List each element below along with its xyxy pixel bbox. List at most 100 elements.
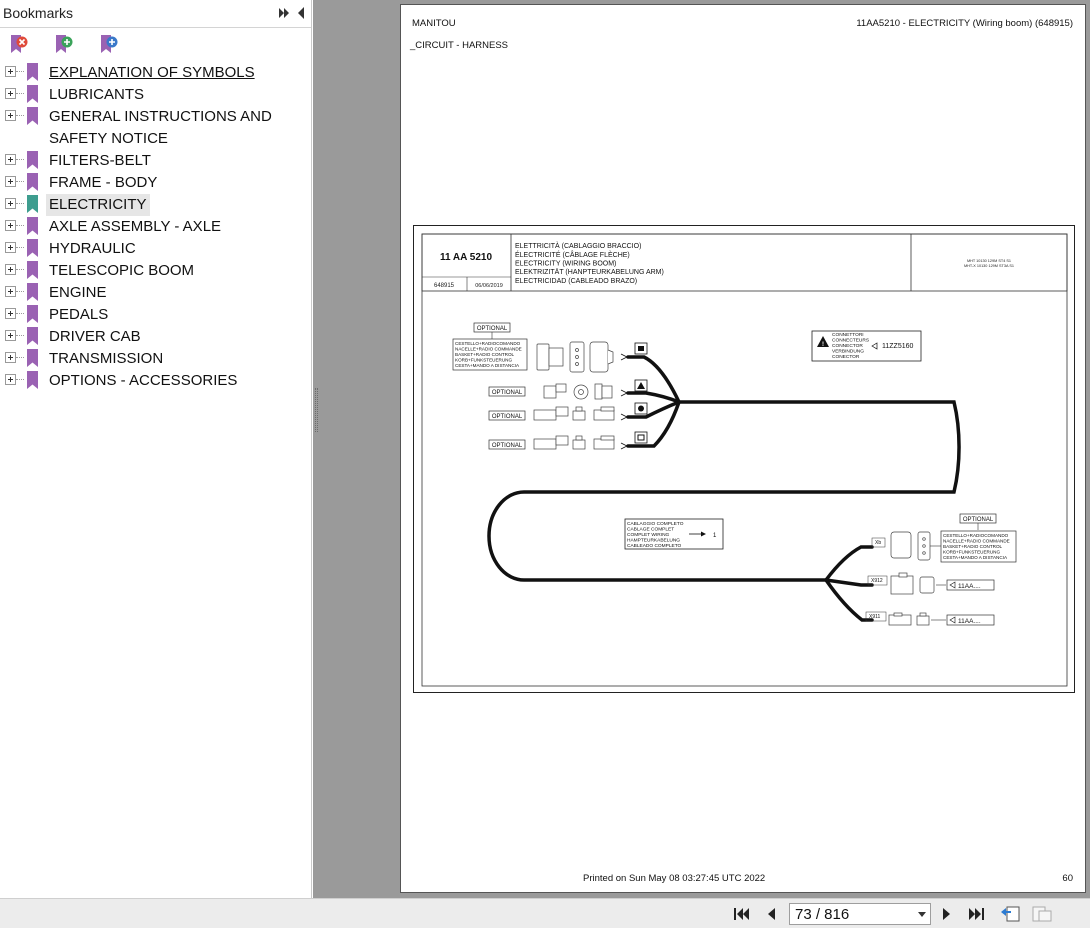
bookmark-item[interactable]: AXLE ASSEMBLY - AXLE: [0, 215, 310, 237]
expand-icon[interactable]: [5, 242, 16, 253]
bookmark-item[interactable]: TRANSMISSION: [0, 347, 310, 369]
add-bookmark-icon[interactable]: [53, 33, 75, 55]
svg-text:NACELLE+RADIO COMMANDE: NACELLE+RADIO COMMANDE: [455, 347, 522, 352]
bookmark-icon: [27, 63, 38, 81]
bookmark-label[interactable]: FILTERS-BELT: [46, 150, 154, 172]
expand-icon[interactable]: [5, 176, 16, 187]
expand-icon[interactable]: [5, 308, 16, 319]
tree-connector: [16, 357, 24, 358]
svg-text:CONNECTEURS: CONNECTEURS: [832, 338, 869, 344]
document-view[interactable]: MANITOU 11AA5210 - ELECTRICITY (Wiring b…: [320, 0, 1090, 898]
bookmark-icon: [27, 85, 38, 103]
bookmark-label[interactable]: HYDRAULIC: [46, 238, 139, 260]
svg-text:X911: X911: [869, 614, 881, 620]
tree-connector: [16, 269, 24, 270]
header-brand: MANITOU: [412, 18, 456, 29]
bookmark-item[interactable]: HYDRAULIC: [0, 237, 310, 259]
expand-icon[interactable]: [5, 374, 16, 385]
svg-text:CESTELLO+RADIOCOMANDO: CESTELLO+RADIOCOMANDO: [455, 341, 521, 346]
bookmark-label[interactable]: EXPLANATION OF SYMBOLS: [46, 62, 258, 84]
bookmark-item[interactable]: FRAME - BODY: [0, 171, 310, 193]
tree-connector: [16, 247, 24, 248]
tree-connector: [16, 291, 24, 292]
bookmark-item[interactable]: PEDALS: [0, 303, 310, 325]
header-title: 11AA5210 - ELECTRICITY (Wiring boom) (64…: [856, 18, 1073, 29]
optional-label: OPTIONAL: [477, 326, 508, 332]
header-subtitle: _CIRCUIT - HARNESS: [410, 40, 509, 51]
bookmark-item[interactable]: GENERAL INSTRUCTIONS AND SAFETY NOTICE: [0, 105, 310, 149]
expand-icon[interactable]: [5, 110, 16, 121]
bookmark-label[interactable]: TELESCOPIC BOOM: [46, 260, 197, 282]
collapse-all-icon[interactable]: [278, 7, 290, 19]
optional-label: OPTIONAL: [963, 517, 994, 523]
bookmark-label[interactable]: TRANSMISSION: [46, 348, 166, 370]
add-child-bookmark-icon[interactable]: [98, 33, 120, 55]
go-forward-view-icon[interactable]: [1031, 905, 1053, 923]
last-page-icon[interactable]: [967, 905, 987, 923]
bookmark-label[interactable]: FRAME - BODY: [46, 172, 160, 194]
drawing-title-line: ELETTRICITÀ (CABLAGGIO BRACCIO): [515, 241, 641, 250]
tree-connector: [16, 313, 24, 314]
expand-icon[interactable]: [5, 66, 16, 77]
expand-icon[interactable]: [5, 220, 16, 231]
expand-icon[interactable]: [5, 352, 16, 363]
bookmark-item[interactable]: DRIVER CAB: [0, 325, 310, 347]
drawing-title-line: ÉLECTRICITÉ (CÂBLAGE FLÈCHE): [515, 250, 630, 259]
drawing-title-line: ELEKTRIZITÄT (HANPTEURKABELUNG ARM): [515, 268, 664, 276]
bookmark-label[interactable]: ELECTRICITY: [46, 194, 150, 216]
expand-icon[interactable]: [5, 198, 16, 209]
svg-text:11AA....: 11AA....: [958, 618, 981, 625]
bookmark-label[interactable]: GENERAL INSTRUCTIONS AND SAFETY NOTICE: [46, 105, 296, 151]
bookmark-label[interactable]: LUBRICANTS: [46, 84, 147, 106]
bookmark-label[interactable]: ENGINE: [46, 282, 110, 304]
bookmark-icon: [27, 151, 38, 169]
svg-text:HAMPTEURKABELUNG: HAMPTEURKABELUNG: [627, 538, 680, 544]
bookmark-label[interactable]: DRIVER CAB: [46, 326, 144, 348]
tree-connector: [16, 335, 24, 336]
svg-text:Xb: Xb: [875, 540, 881, 546]
expand-icon[interactable]: [5, 88, 16, 99]
bookmark-item[interactable]: TELESCOPIC BOOM: [0, 259, 310, 281]
svg-text:11AA....: 11AA....: [958, 583, 981, 590]
connector-group-remote: [536, 341, 614, 373]
expand-icon[interactable]: [5, 154, 16, 165]
svg-text:CESTELLO+RADIOCOMANDO: CESTELLO+RADIOCOMANDO: [943, 533, 1009, 538]
bookmark-item[interactable]: EXPLANATION OF SYMBOLS: [0, 61, 310, 83]
hide-panel-icon[interactable]: [297, 7, 305, 19]
bookmark-label[interactable]: PEDALS: [46, 304, 111, 326]
svg-text:BASKET+RADIO CONTROL: BASKET+RADIO CONTROL: [455, 352, 515, 357]
svg-text:CESTA+MANDO A DISTANCIA: CESTA+MANDO A DISTANCIA: [943, 555, 1008, 560]
bookmark-icon: [27, 305, 38, 323]
tree-connector: [16, 379, 24, 380]
bookmark-label[interactable]: AXLE ASSEMBLY - AXLE: [46, 216, 224, 238]
expand-icon[interactable]: [5, 286, 16, 297]
page-navigation-bar: 73 / 816: [0, 898, 1090, 928]
expand-icon[interactable]: [5, 264, 16, 275]
bookmark-item[interactable]: FILTERS-BELT: [0, 149, 310, 171]
bookmark-item[interactable]: ENGINE: [0, 281, 310, 303]
model-line: MHT 10130 129M ST4 S1: [967, 259, 1011, 263]
svg-text:CABLAGGIO COMPLETO: CABLAGGIO COMPLETO: [627, 521, 684, 527]
previous-page-icon[interactable]: [761, 905, 781, 923]
footer-page-number: 60: [1062, 873, 1073, 884]
footer-printed-on: Printed on Sun May 08 03:27:45 UTC 2022: [583, 873, 766, 884]
panel-splitter[interactable]: [313, 0, 320, 898]
page-number-select[interactable]: 73 / 816: [789, 903, 931, 925]
bookmark-item[interactable]: LUBRICANTS: [0, 83, 310, 105]
go-back-view-icon[interactable]: [999, 905, 1021, 923]
bookmark-item[interactable]: OPTIONS - ACCESSORIES: [0, 369, 310, 391]
bookmark-icon: [27, 239, 38, 257]
delete-bookmark-icon[interactable]: [8, 33, 30, 55]
svg-text:NACELLE+RADIO COMMANDE: NACELLE+RADIO COMMANDE: [943, 539, 1010, 544]
expand-icon[interactable]: [5, 330, 16, 341]
splitter-grip[interactable]: [315, 388, 318, 432]
bookmark-icon: [27, 327, 38, 345]
bookmark-label[interactable]: OPTIONS - ACCESSORIES: [46, 370, 240, 392]
drawing-title-line: ELECTRICITY (WIRING BOOM): [515, 261, 616, 268]
svg-text:CONECTOR: CONECTOR: [832, 354, 860, 360]
next-page-icon[interactable]: [937, 905, 957, 923]
first-page-icon[interactable]: [731, 905, 751, 923]
tree-connector: [16, 181, 24, 182]
bookmark-item[interactable]: ELECTRICITY: [0, 193, 310, 216]
svg-text:CESTA+MANDO A DISTANCIA: CESTA+MANDO A DISTANCIA: [455, 363, 520, 368]
